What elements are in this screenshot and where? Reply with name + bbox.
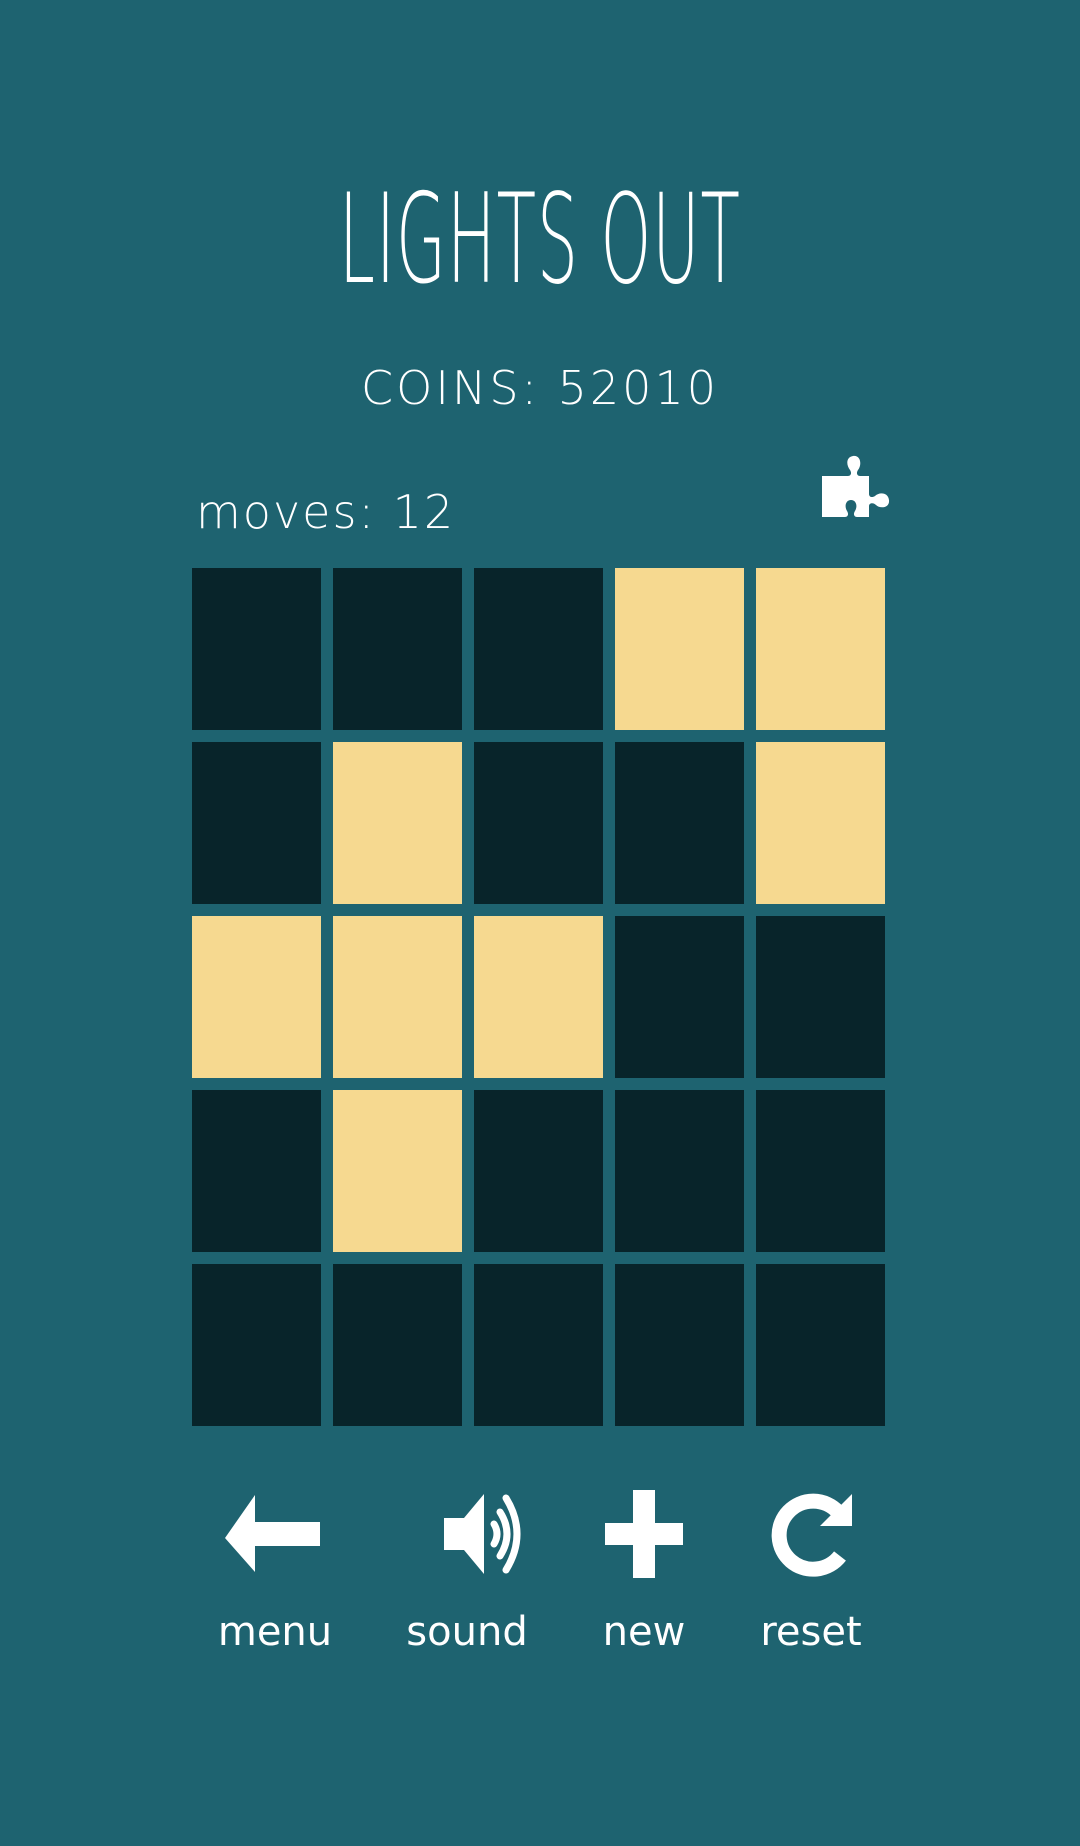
coins-counter: COINS: 52010 — [361, 361, 719, 415]
moves-counter: moves: 12 — [196, 485, 456, 539]
light-cell-r5-c1[interactable] — [192, 1264, 321, 1426]
light-cell-r3-c4[interactable] — [615, 916, 744, 1078]
plus-icon — [605, 1490, 683, 1578]
hint-button[interactable] — [818, 450, 904, 530]
light-cell-r2-c5[interactable] — [756, 742, 885, 904]
sound-label: sound — [406, 1609, 528, 1655]
light-cell-r5-c4[interactable] — [615, 1264, 744, 1426]
redo-icon — [771, 1493, 852, 1577]
game-board — [192, 568, 885, 1426]
sound-button[interactable]: sound — [387, 1490, 547, 1670]
new-game-button[interactable]: new — [564, 1490, 724, 1670]
light-cell-r3-c1[interactable] — [192, 916, 321, 1078]
light-cell-r3-c2[interactable] — [333, 916, 462, 1078]
control-bar: menu sound new reset — [0, 1490, 1080, 1690]
light-cell-r1-c5[interactable] — [756, 568, 885, 730]
light-cell-r5-c2[interactable] — [333, 1264, 462, 1426]
light-cell-r5-c3[interactable] — [474, 1264, 603, 1426]
light-cell-r2-c4[interactable] — [615, 742, 744, 904]
menu-label: menu — [217, 1609, 333, 1655]
light-cell-r1-c4[interactable] — [615, 568, 744, 730]
light-cell-r1-c1[interactable] — [192, 568, 321, 730]
light-cell-r4-c2[interactable] — [333, 1090, 462, 1252]
light-cell-r4-c4[interactable] — [615, 1090, 744, 1252]
light-cell-r2-c3[interactable] — [474, 742, 603, 904]
light-cell-r2-c2[interactable] — [333, 742, 462, 904]
speaker-icon — [444, 1494, 521, 1574]
menu-button[interactable]: menu — [195, 1490, 355, 1670]
new-label: new — [602, 1609, 686, 1655]
light-cell-r3-c3[interactable] — [474, 916, 603, 1078]
light-cell-r4-c5[interactable] — [756, 1090, 885, 1252]
puzzle-piece-icon — [822, 455, 890, 517]
light-cell-r3-c5[interactable] — [756, 916, 885, 1078]
light-cell-r4-c3[interactable] — [474, 1090, 603, 1252]
light-cell-r4-c1[interactable] — [192, 1090, 321, 1252]
reset-label: reset — [760, 1609, 862, 1655]
reset-button[interactable]: reset — [731, 1490, 891, 1670]
game-title: LIGHTS OUT — [339, 168, 741, 312]
light-cell-r2-c1[interactable] — [192, 742, 321, 904]
light-cell-r1-c2[interactable] — [333, 568, 462, 730]
arrow-left-icon — [225, 1495, 320, 1572]
light-cell-r5-c5[interactable] — [756, 1264, 885, 1426]
light-cell-r1-c3[interactable] — [474, 568, 603, 730]
